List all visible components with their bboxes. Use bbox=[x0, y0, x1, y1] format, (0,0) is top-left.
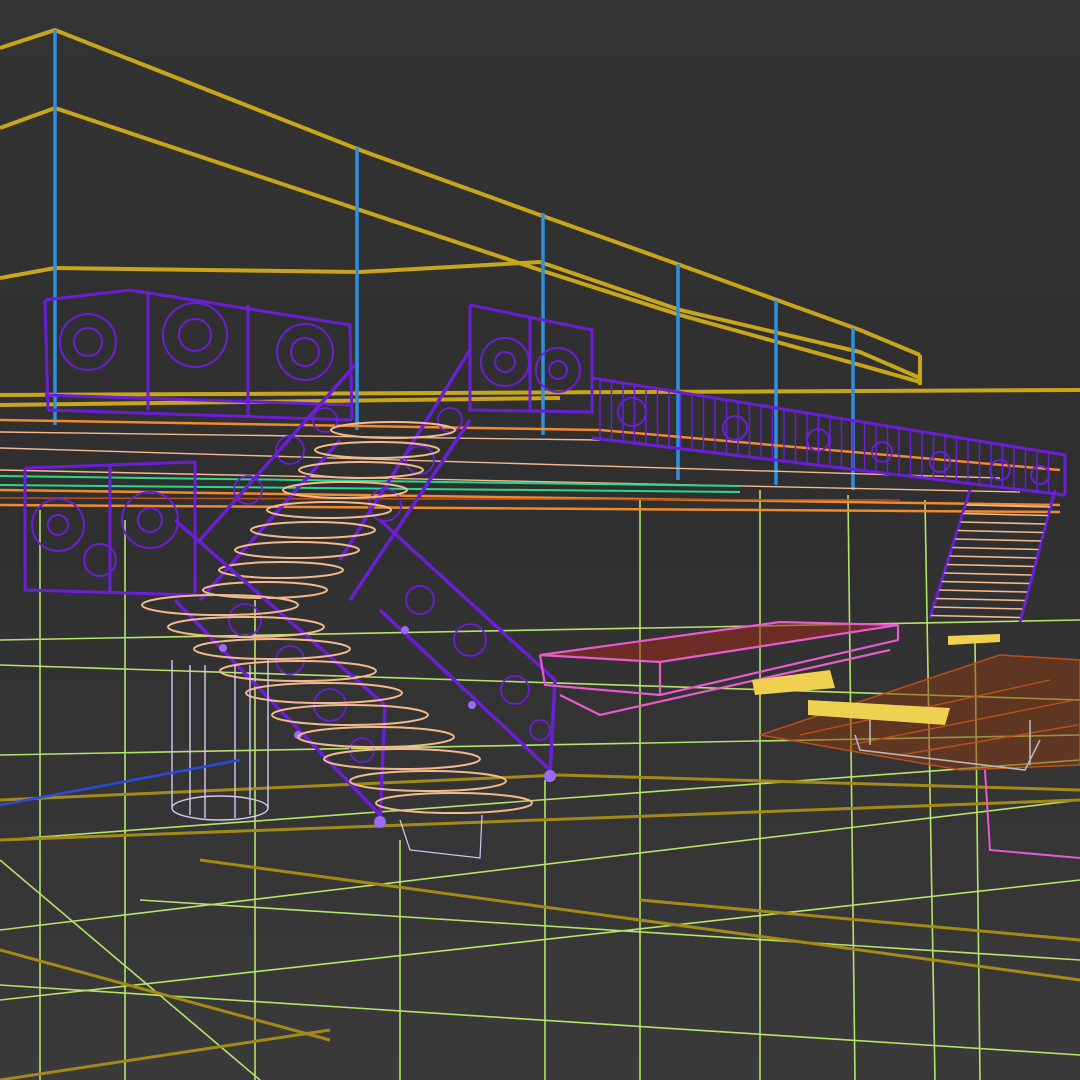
upper-railing-middle bbox=[468, 303, 594, 414]
scene-wireframe-svg bbox=[0, 27, 1080, 1080]
stair-tread bbox=[957, 529, 1044, 534]
stair-tread bbox=[933, 606, 1023, 610]
stair-tread bbox=[330, 421, 456, 439]
floor-grid bbox=[0, 490, 1080, 1080]
ground-edge-line bbox=[0, 758, 241, 807]
stair-tread bbox=[930, 614, 1021, 619]
upper-wall-outline bbox=[0, 27, 1080, 407]
stair-tread bbox=[314, 441, 440, 459]
stair-tread bbox=[944, 572, 1032, 576]
stair-tread bbox=[234, 541, 360, 559]
stair-tread bbox=[141, 594, 299, 616]
stair-tread bbox=[963, 512, 1048, 517]
mezzanine-slab bbox=[0, 418, 1061, 514]
stair-tread bbox=[323, 748, 481, 770]
lower-railing-left bbox=[23, 460, 197, 597]
stair-tread bbox=[938, 589, 1028, 593]
stair-tread bbox=[297, 726, 455, 748]
stair-tread bbox=[298, 461, 424, 479]
3d-wireframe-viewport[interactable] bbox=[0, 0, 1080, 1080]
long-bench bbox=[538, 620, 900, 717]
stair-tread bbox=[936, 597, 1025, 602]
stair-tread bbox=[245, 682, 403, 704]
stair-tread bbox=[193, 638, 351, 660]
support-columns bbox=[53, 30, 855, 490]
stair-tread bbox=[955, 538, 1041, 542]
lower-stair-flight bbox=[141, 518, 557, 828]
stair-tread bbox=[271, 704, 429, 726]
stair-tread bbox=[250, 521, 376, 539]
stair-tread bbox=[167, 616, 325, 638]
stair-tread bbox=[947, 563, 1034, 568]
stair-tread bbox=[952, 546, 1039, 551]
stair-tread bbox=[949, 555, 1037, 559]
stair-tread bbox=[941, 580, 1030, 585]
stair-tread bbox=[960, 521, 1046, 525]
